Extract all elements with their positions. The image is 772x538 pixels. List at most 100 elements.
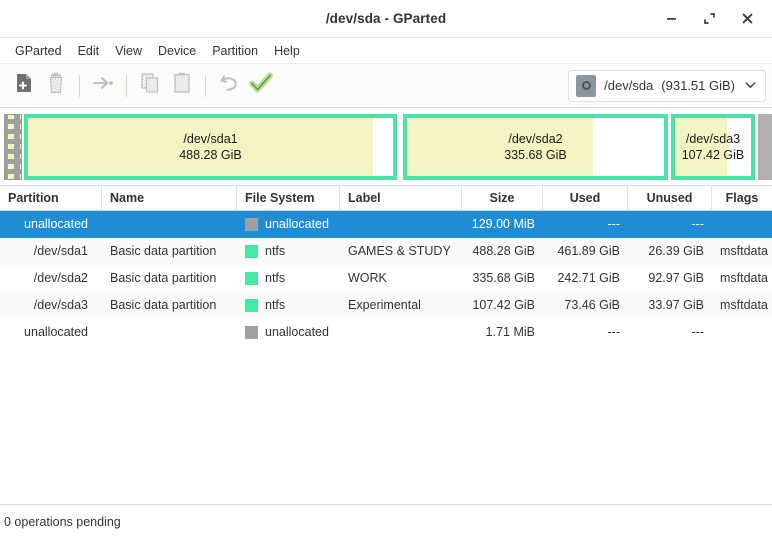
menu-bar: GParted Edit View Device Partition Help [0, 38, 772, 64]
menu-edit[interactable]: Edit [70, 42, 108, 60]
graphic-used-sda3 [675, 118, 727, 176]
delete-partition-button[interactable] [40, 70, 72, 102]
apply-checkmark-icon [248, 70, 274, 101]
table-row[interactable]: /dev/sda1 Basic data partition ntfs GAME… [0, 238, 772, 265]
cell-unused: --- [628, 319, 712, 346]
column-header-size[interactable]: Size [462, 186, 543, 211]
cell-unused: 92.97 GiB [628, 265, 712, 292]
menu-view[interactable]: View [107, 42, 150, 60]
table-header-row: Partition Name File System Label Size Us… [0, 186, 772, 211]
apply-button[interactable] [245, 70, 277, 102]
cell-flags [712, 211, 772, 238]
cell-size: 1.71 MiB [462, 319, 543, 346]
cell-used: 73.46 GiB [543, 292, 628, 319]
column-header-flags[interactable]: Flags [712, 186, 772, 211]
cell-filesystem: ntfs [237, 265, 340, 292]
cell-used: --- [543, 211, 628, 238]
menu-partition[interactable]: Partition [204, 42, 266, 60]
filesystem-color-swatch [245, 218, 258, 231]
column-header-used[interactable]: Used [543, 186, 628, 211]
paste-button[interactable] [166, 70, 198, 102]
column-header-unused[interactable]: Unused [628, 186, 712, 211]
delete-trash-icon [44, 71, 68, 100]
cell-label: GAMES & STUDY [340, 238, 462, 265]
graphic-block-sda2[interactable]: /dev/sda2 335.68 GiB [403, 114, 668, 180]
filesystem-color-swatch [245, 299, 258, 312]
minimize-button[interactable] [660, 8, 682, 30]
gparted-window: /dev/sda - GParted GParted Edit View [0, 0, 772, 538]
window-title: /dev/sda - GParted [0, 11, 772, 26]
new-partition-icon [12, 71, 36, 100]
cell-partition: /dev/sda3 [0, 292, 102, 319]
cell-filesystem: ntfs [237, 238, 340, 265]
new-partition-button[interactable] [8, 70, 40, 102]
cell-filesystem-label: unallocated [265, 319, 329, 346]
device-size-label: (931.51 GiB) [661, 78, 735, 93]
cell-label [340, 319, 462, 346]
table-row[interactable]: /dev/sda3 Basic data partition ntfs Expe… [0, 292, 772, 319]
cell-flags: msftdata [712, 265, 772, 292]
maximize-button[interactable] [698, 8, 720, 30]
table-row[interactable]: unallocated unallocated 129.00 MiB --- -… [0, 211, 772, 238]
graphic-block-unallocated-front[interactable] [4, 114, 22, 180]
graphic-block-unallocated-end[interactable] [758, 114, 772, 180]
cell-filesystem: unallocated [237, 211, 340, 238]
graphic-used-sda1 [28, 118, 373, 176]
status-bar: 0 operations pending [0, 504, 772, 538]
table-row[interactable]: /dev/sda2 Basic data partition ntfs WORK… [0, 265, 772, 292]
paste-icon [170, 71, 194, 100]
graphic-used-sda2 [407, 118, 593, 176]
menu-gparted[interactable]: GParted [7, 42, 70, 60]
disk-strip: /dev/sda1 488.28 GiB /dev/sda2 335.68 Gi… [0, 114, 772, 180]
close-button[interactable] [736, 8, 758, 30]
column-header-name[interactable]: Name [102, 186, 237, 211]
cell-flags [712, 319, 772, 346]
graphic-block-sda3[interactable]: /dev/sda3 107.42 GiB [671, 114, 755, 180]
cell-filesystem-label: ntfs [265, 265, 285, 292]
filesystem-color-swatch [245, 272, 258, 285]
menu-help[interactable]: Help [266, 42, 308, 60]
cell-label: Experimental [340, 292, 462, 319]
cell-label: WORK [340, 265, 462, 292]
cell-name [102, 319, 237, 346]
cell-filesystem-label: unallocated [265, 211, 329, 238]
title-bar: /dev/sda - GParted [0, 0, 772, 38]
cell-filesystem-label: ntfs [265, 292, 285, 319]
cell-unused: 26.39 GiB [628, 238, 712, 265]
cell-partition: unallocated [0, 211, 102, 238]
undo-button[interactable] [213, 70, 245, 102]
menu-device[interactable]: Device [150, 42, 204, 60]
cell-filesystem-label: ntfs [265, 238, 285, 265]
device-name-label: /dev/sda [604, 78, 653, 93]
device-selector[interactable]: /dev/sda (931.51 GiB) [568, 70, 766, 102]
window-controls [660, 8, 772, 30]
partition-table: Partition Name File System Label Size Us… [0, 186, 772, 504]
filesystem-color-swatch [245, 245, 258, 258]
cell-name: Basic data partition [102, 265, 237, 292]
cell-label [340, 211, 462, 238]
copy-icon [138, 71, 162, 100]
cell-filesystem: unallocated [237, 319, 340, 346]
cell-filesystem: ntfs [237, 292, 340, 319]
cell-used: --- [543, 319, 628, 346]
resize-move-button[interactable] [87, 70, 119, 102]
table-row[interactable]: unallocated unallocated 1.71 MiB --- --- [0, 319, 772, 346]
cell-partition: /dev/sda2 [0, 265, 102, 292]
column-header-label[interactable]: Label [340, 186, 462, 211]
toolbar-separator-3 [205, 75, 206, 97]
cell-unused: --- [628, 211, 712, 238]
graphic-block-sda1[interactable]: /dev/sda1 488.28 GiB [24, 114, 397, 180]
cell-size: 107.42 GiB [462, 292, 543, 319]
column-header-filesystem[interactable]: File System [237, 186, 340, 211]
cell-name: Basic data partition [102, 292, 237, 319]
toolbar: /dev/sda (931.51 GiB) [0, 64, 772, 108]
cell-partition: unallocated [0, 319, 102, 346]
table-body: unallocated unallocated 129.00 MiB --- -… [0, 211, 772, 504]
pending-operations-label: 0 operations pending [4, 515, 121, 529]
resize-move-icon [91, 71, 115, 100]
cell-size: 335.68 GiB [462, 265, 543, 292]
copy-button[interactable] [134, 70, 166, 102]
column-header-partition[interactable]: Partition [0, 186, 102, 211]
cell-flags: msftdata [712, 238, 772, 265]
undo-icon [217, 71, 241, 100]
